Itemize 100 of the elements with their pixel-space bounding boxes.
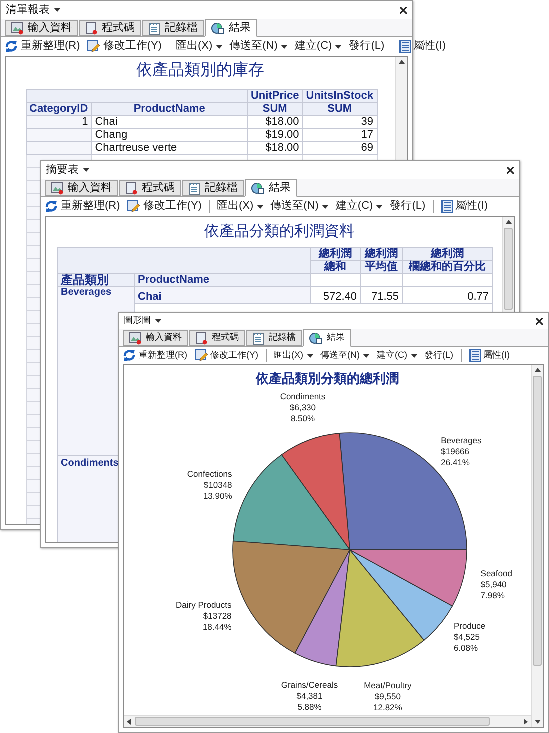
toolbar-button[interactable]: 屬性(I) xyxy=(468,348,510,362)
scroll-up-arrow[interactable] xyxy=(506,220,512,224)
menu-button[interactable]: 建立(C) xyxy=(294,38,342,55)
list-icon xyxy=(398,40,411,53)
table-cell: $19.00 xyxy=(247,128,303,142)
edit-icon xyxy=(194,349,208,362)
edit-icon xyxy=(87,40,100,53)
slice-percent: 26.41% xyxy=(441,457,470,468)
toolbar-button[interactable]: 發行(L) xyxy=(424,348,454,362)
table-cell: 1 xyxy=(26,116,92,128)
column-header: 平均值 xyxy=(360,260,402,274)
close-icon[interactable] xyxy=(536,318,543,324)
slice-label: Dairy Products xyxy=(176,600,232,610)
menu-button[interactable]: 傳送至(N) xyxy=(320,348,370,362)
menu-button[interactable]: 傳送至(N) xyxy=(230,38,288,55)
chart-title: 依產品類別分類的總利潤 xyxy=(254,370,400,387)
caret-icon xyxy=(54,8,61,12)
table-cell: Chartreuse verte xyxy=(92,142,248,154)
tab[interactable]: 輸入資料 xyxy=(123,330,188,346)
scroll-left-arrow[interactable] xyxy=(127,718,131,724)
tab[interactable]: 程式碼 xyxy=(189,330,245,346)
close-icon[interactable] xyxy=(507,166,514,174)
table-cell: 69 xyxy=(302,142,377,154)
list-icon xyxy=(440,200,453,213)
menu-button[interactable]: 建立(C) xyxy=(336,198,384,215)
slice-value: $9,550 xyxy=(374,692,401,702)
tab[interactable]: 記錄檔 xyxy=(246,330,302,346)
caret-icon xyxy=(335,44,342,48)
table-cell: 39 xyxy=(302,116,377,128)
row-header: 產品類別 xyxy=(58,274,134,286)
table-cell: $18.00 xyxy=(247,142,303,154)
column-header: SUM xyxy=(302,102,377,116)
menu-button[interactable]: 傳送至(N) xyxy=(270,198,329,215)
results-icon xyxy=(211,22,225,34)
slice-percent: 13.90% xyxy=(203,490,232,501)
menu-button[interactable]: 匯出(X) xyxy=(274,348,314,362)
tab[interactable]: 輸入資料 xyxy=(45,180,118,196)
tab[interactable]: 記錄檔 xyxy=(182,180,244,196)
scrollbar-thumb[interactable] xyxy=(504,228,513,310)
caret-icon xyxy=(216,44,223,48)
table-cell: 71.55 xyxy=(360,286,402,304)
slice-label: Condiments xyxy=(280,391,326,402)
toolbar-button[interactable]: 屬性(I) xyxy=(398,38,446,55)
slice-percent: 12.82% xyxy=(374,702,402,713)
document-icon xyxy=(85,22,98,34)
menu-button[interactable]: 匯出(X) xyxy=(176,38,223,55)
scrollbar-thumb[interactable] xyxy=(135,717,490,726)
slice-percent: 5.88% xyxy=(298,702,322,712)
table-cell: Chai xyxy=(92,116,248,128)
toolbar-button[interactable]: 發行(L) xyxy=(349,38,385,55)
toolbar-button[interactable]: 重新整理(R) xyxy=(45,198,120,215)
row-header: Chai xyxy=(134,286,310,304)
column-header: SUM xyxy=(247,102,303,116)
scrollbar-thumb[interactable] xyxy=(533,376,542,666)
caret-icon xyxy=(410,354,418,358)
column-header: UnitPrice xyxy=(247,90,303,102)
menu-button[interactable]: 建立(C) xyxy=(377,348,418,362)
column-header: 總利潤 xyxy=(310,248,360,260)
caret-icon xyxy=(306,354,314,358)
caret-icon xyxy=(376,204,384,208)
slice-label: Confections xyxy=(187,468,232,479)
slice-value: $6,330 xyxy=(290,402,316,412)
tab[interactable]: 程式碼 xyxy=(119,180,181,196)
table-cell: 0.77 xyxy=(402,286,492,304)
image-icon xyxy=(51,182,64,194)
toolbar-button[interactable]: 發行(L) xyxy=(390,198,426,215)
slice-label: Meat/Poultry xyxy=(364,680,412,691)
menu-button[interactable]: 匯出(X) xyxy=(216,198,264,215)
tab[interactable]: 結果 xyxy=(205,19,257,37)
slice-percent: 8.50% xyxy=(290,413,316,424)
close-icon[interactable] xyxy=(400,6,407,14)
scroll-down-arrow[interactable] xyxy=(534,720,540,724)
image-icon xyxy=(129,332,142,344)
scroll-up-arrow[interactable] xyxy=(398,60,404,64)
slice-label: Beverages xyxy=(441,435,482,446)
tab[interactable]: 結果 xyxy=(245,179,297,197)
toolbar-button[interactable]: 修改工作(Y) xyxy=(87,38,162,55)
toolbar-button[interactable]: 修改工作(Y) xyxy=(127,198,202,215)
slice-label: Grains/Cereals xyxy=(281,680,338,690)
notepad-icon xyxy=(252,332,265,344)
scroll-up-arrow[interactable] xyxy=(534,368,540,372)
column-header: 總和 xyxy=(310,260,360,274)
refresh-icon xyxy=(123,349,136,362)
refresh-icon xyxy=(5,40,18,53)
caret-icon xyxy=(280,44,288,48)
table-cell: Chang xyxy=(92,128,248,142)
tab[interactable]: 程式碼 xyxy=(79,20,141,36)
column-header: 總利潤 xyxy=(360,248,402,260)
toolbar-button[interactable]: 屬性(I) xyxy=(440,198,488,215)
tab[interactable]: 輸入資料 xyxy=(5,20,78,36)
scroll-right-arrow[interactable] xyxy=(524,718,528,724)
tab[interactable]: 結果 xyxy=(303,329,351,347)
slice-value: $5,940 xyxy=(480,579,507,590)
toolbar-button[interactable]: 修改工作(Y) xyxy=(194,348,258,362)
tab[interactable]: 記錄檔 xyxy=(142,20,204,36)
slice-value: $10348 xyxy=(204,480,232,490)
toolbar-button[interactable]: 重新整理(R) xyxy=(5,38,80,55)
table-cell: 572.40 xyxy=(310,286,360,304)
caret-icon xyxy=(256,204,264,208)
report-title: 依產品分類的利潤資料 xyxy=(204,222,354,241)
